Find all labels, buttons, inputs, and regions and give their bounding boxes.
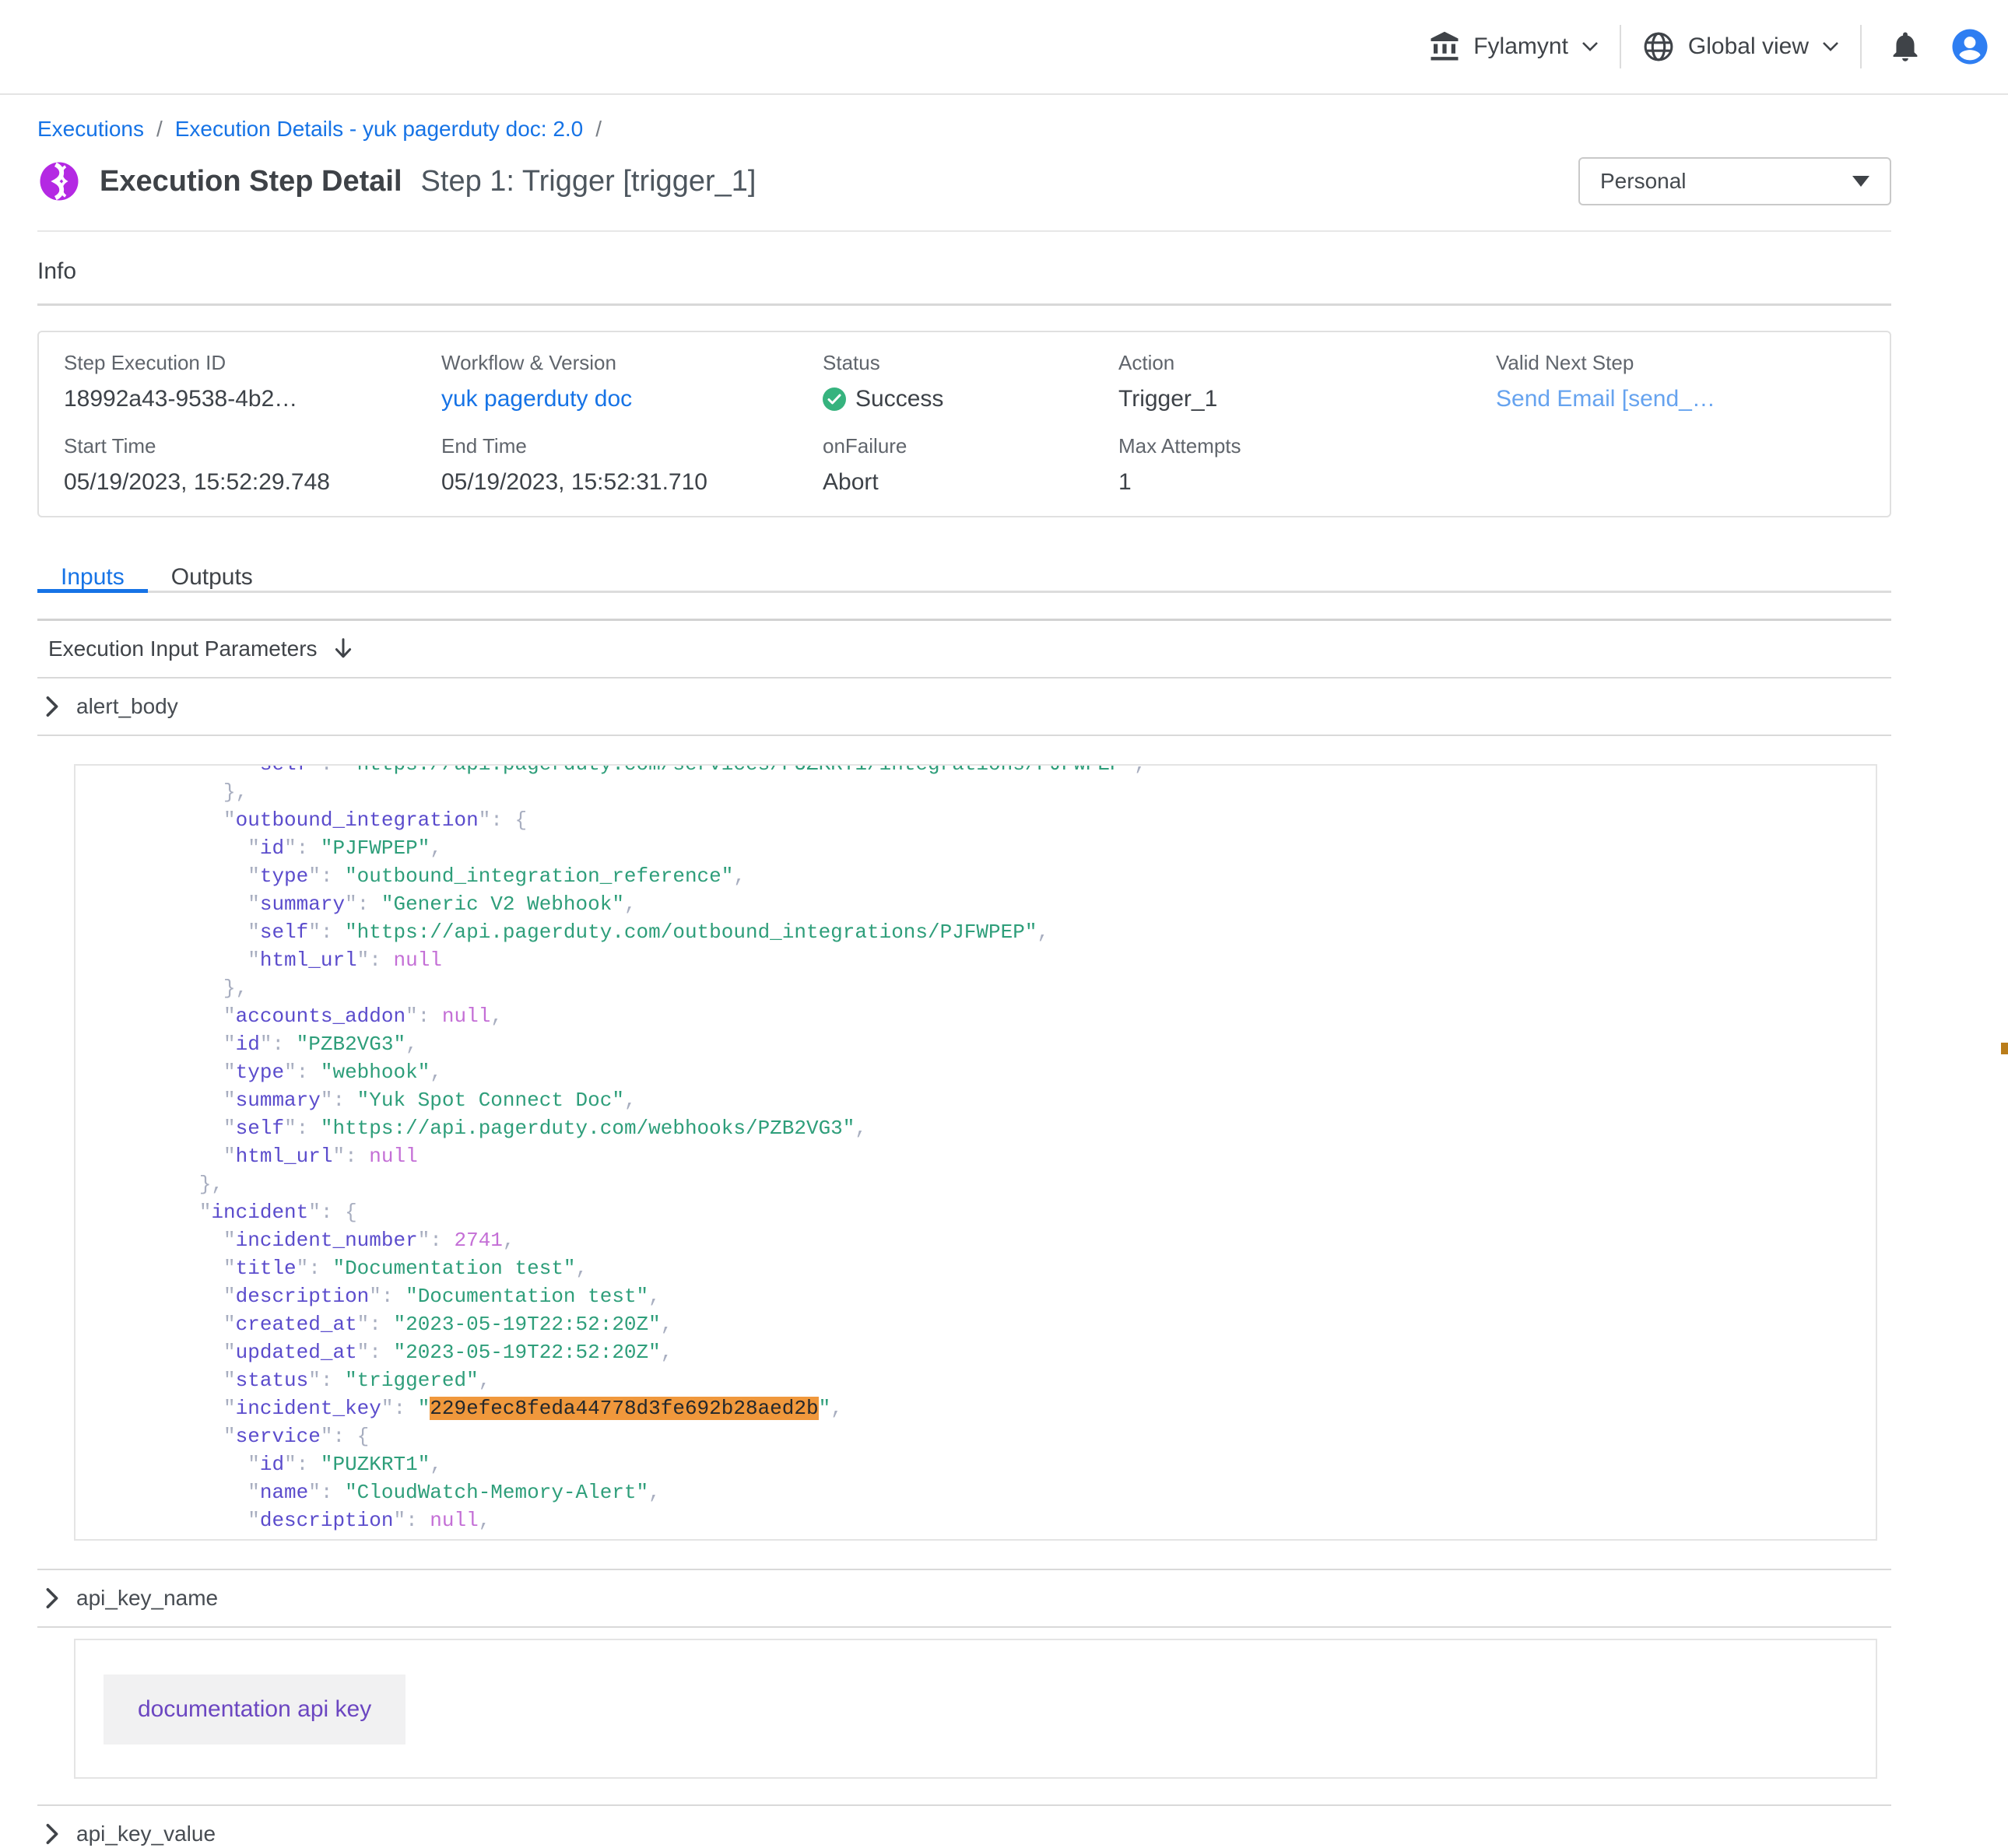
field-empty [1496, 434, 1865, 496]
success-check-icon [823, 387, 846, 411]
api-key-name-value-box: documentation api key [74, 1639, 1877, 1779]
field-status: Status Success [823, 351, 1118, 412]
api-key-name-chip: documentation api key [104, 1674, 405, 1745]
topbar-divider [1860, 25, 1862, 68]
org-label: Fylamynt [1473, 33, 1568, 60]
breadcrumb-separator: / [156, 115, 163, 143]
download-icon[interactable] [332, 636, 355, 661]
view-label: Global view [1688, 33, 1809, 60]
notifications-button[interactable] [1882, 30, 1929, 64]
workflow-link[interactable]: yuk pagerduty doc [441, 386, 823, 412]
status-text: Success [855, 386, 943, 412]
param-label: api_key_name [76, 1584, 218, 1612]
main-content: Executions / Execution Details - yuk pag… [0, 95, 2008, 1848]
field-end-time: End Time 05/19/2023, 15:52:31.710 [441, 434, 823, 496]
breadcrumb-executions[interactable]: Executions [37, 115, 144, 143]
info-section-title: Info [37, 258, 1891, 285]
json-code: "self": "https://api.pagerduty.com/servi… [102, 764, 1876, 1541]
execution-parameters-panel: Execution Input Parameters alert_body "s… [37, 619, 1891, 1848]
topbar-divider [1620, 25, 1621, 68]
bell-icon [1888, 30, 1922, 64]
tab-outputs[interactable]: Outputs [148, 553, 276, 591]
breadcrumb-execution-details[interactable]: Execution Details - yuk pagerduty doc: 2… [175, 115, 584, 143]
scope-select[interactable]: Personal [1578, 157, 1891, 205]
alert-body-json-viewer: "self": "https://api.pagerduty.com/servi… [74, 764, 1877, 1541]
field-workflow-version: Workflow & Version yuk pagerduty doc [441, 351, 823, 412]
field-start-time: Start Time 05/19/2023, 15:52:29.748 [64, 434, 441, 496]
next-step-link[interactable]: Send Email [send_… [1496, 386, 1865, 412]
page-title: Execution Step Detail [100, 165, 402, 198]
user-avatar[interactable] [1949, 26, 1991, 68]
breadcrumb-separator: / [595, 115, 602, 143]
field-max-attempts: Max Attempts 1 [1118, 434, 1496, 496]
chevron-down-icon [1821, 40, 1840, 53]
page-subtitle: Step 1: Trigger [trigger_1] [421, 165, 757, 198]
workflow-logo-icon [37, 160, 81, 203]
param-label: api_key_value [76, 1820, 216, 1848]
field-step-execution-id: Step Execution ID 18992a43-9538-4b2… [64, 351, 441, 412]
view-switcher[interactable]: Global view [1641, 30, 1840, 64]
chevron-right-icon [45, 696, 59, 717]
param-row-alert-body[interactable]: alert_body [37, 679, 1891, 736]
param-label: alert_body [76, 693, 178, 721]
params-header-label: Execution Input Parameters [48, 636, 318, 661]
tab-inputs[interactable]: Inputs [37, 553, 148, 591]
page-header: Execution Step Detail Step 1: Trigger [t… [37, 156, 1891, 207]
chevron-right-icon [45, 1823, 59, 1845]
org-switcher[interactable]: Fylamynt [1428, 30, 1599, 63]
search-match-scroll-marker [2001, 1043, 2008, 1054]
field-action: Action Trigger_1 [1118, 351, 1496, 412]
caret-down-icon [1852, 176, 1869, 187]
breadcrumb: Executions / Execution Details - yuk pag… [37, 115, 1891, 143]
chevron-down-icon [1581, 40, 1599, 53]
bank-icon [1428, 30, 1461, 63]
field-valid-next-step: Valid Next Step Send Email [send_… [1496, 351, 1865, 412]
param-row-api-key-value[interactable]: api_key_value [37, 1804, 1891, 1848]
param-row-api-key-name[interactable]: api_key_name [37, 1569, 1891, 1628]
account-circle-icon [1949, 26, 1991, 68]
chevron-right-icon [45, 1587, 59, 1609]
field-onfailure: onFailure Abort [823, 434, 1118, 496]
header-divider [37, 230, 1891, 232]
topbar: Fylamynt Global view [0, 0, 2008, 95]
globe-icon [1641, 30, 1676, 64]
info-card: Step Execution ID 18992a43-9538-4b2… Wor… [37, 331, 1891, 517]
params-header: Execution Input Parameters [37, 621, 1891, 679]
tab-bar: Inputs Outputs [37, 553, 1891, 593]
scope-select-value: Personal [1600, 169, 1687, 194]
info-divider [37, 303, 1891, 306]
